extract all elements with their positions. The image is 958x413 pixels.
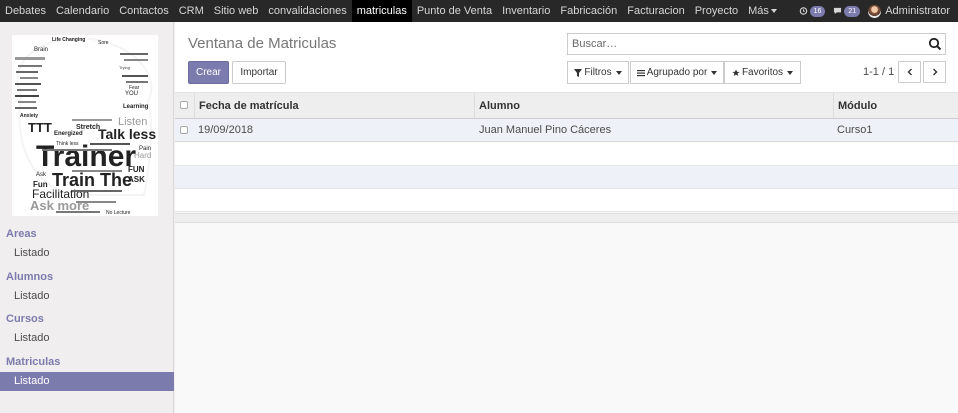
menu-fabricacion[interactable]: Fabricación [555, 0, 622, 22]
sidebar-item-cursos-listado[interactable]: Listado [0, 329, 174, 348]
user-menu[interactable]: Administrator [868, 4, 950, 18]
messaging-button[interactable]: 21 [833, 5, 861, 17]
section-title-matriculas: Matriculas [6, 356, 61, 368]
row-checkbox[interactable] [180, 126, 188, 134]
section-title-areas: Areas [6, 228, 37, 240]
menu-crm[interactable]: CRM [174, 0, 209, 22]
svg-text:ASK: ASK [128, 175, 145, 184]
create-button[interactable]: Crear [188, 61, 229, 84]
svg-text:No Lecture: No Lecture [106, 210, 131, 216]
filters-label: Filtros [584, 67, 612, 78]
menu-mas-label: Más [748, 5, 769, 17]
menu-calendario[interactable]: Calendario [51, 0, 114, 22]
svg-text:Life Changing: Life Changing [52, 37, 85, 43]
user-name: Administrator [885, 5, 950, 17]
svg-text:Energized: Energized [54, 131, 83, 137]
column-header-alumno[interactable]: Alumno [474, 93, 834, 118]
column-header-fecha[interactable]: Fecha de matrícula [194, 93, 475, 118]
svg-text:Brain: Brain [34, 47, 48, 53]
avatar [868, 4, 882, 18]
svg-text:Trying: Trying [119, 65, 130, 70]
chat-count-badge: 21 [844, 5, 861, 17]
search-box [567, 33, 946, 55]
word-cloud-image: Life Changing Sore Brain Trying YOU Fear… [15, 37, 156, 216]
caret-down-icon [787, 70, 794, 75]
menu-debates[interactable]: Debates [0, 0, 51, 22]
svg-text:Anxiety: Anxiety [20, 113, 38, 119]
svg-text:TTT: TTT [28, 120, 52, 135]
import-button[interactable]: Importar [232, 61, 286, 84]
app-menu: Debates Calendario Contactos CRM Sitio w… [0, 0, 782, 22]
filter-icon [574, 68, 583, 77]
menu-facturacion[interactable]: Facturacion [622, 0, 689, 22]
svg-text:Fear: Fear [129, 85, 140, 91]
menu-matriculas[interactable]: matriculas [351, 0, 412, 22]
select-all-checkbox[interactable] [180, 101, 188, 109]
section-title-alumnos: Alumnos [6, 271, 54, 283]
groupby-label: Agrupado por [646, 67, 708, 78]
svg-text:Hard: Hard [134, 151, 151, 160]
chevron-left-icon [907, 68, 912, 76]
pager-next-button[interactable] [923, 61, 946, 83]
caret-down-icon [615, 70, 622, 75]
empty-row [175, 143, 958, 166]
search-icon[interactable] [928, 37, 942, 51]
empty-row [175, 166, 958, 189]
chevron-right-icon [932, 68, 937, 76]
svg-text:Sore: Sore [98, 40, 109, 46]
top-navbar: Debates Calendario Contactos CRM Sitio w… [0, 0, 958, 22]
comments-icon [834, 7, 842, 15]
search-input[interactable] [568, 34, 908, 54]
favorites-dropdown[interactable]: Favoritos [724, 61, 801, 84]
pager-previous-button[interactable] [898, 61, 921, 83]
svg-text:Stretch: Stretch [76, 124, 100, 131]
menu-inventario[interactable]: Inventario [497, 0, 555, 22]
column-header-modulo[interactable]: Módulo [833, 93, 958, 118]
table-footer [175, 213, 958, 223]
main-content: Ventana de Matriculas Crear Importar Fil… [175, 22, 958, 413]
sidebar-item-areas-listado[interactable]: Listado [0, 244, 174, 263]
menu-proyecto[interactable]: Proyecto [690, 0, 743, 22]
svg-text:Learning: Learning [123, 104, 149, 110]
menu-sitio-web[interactable]: Sitio web [209, 0, 264, 22]
favorites-label: Favoritos [741, 67, 784, 78]
cell-fecha: 19/09/2018 [198, 124, 254, 136]
page-title: Ventana de Matriculas [188, 35, 337, 52]
svg-text:Ask: Ask [36, 172, 47, 178]
control-panel: Ventana de Matriculas Crear Importar Fil… [175, 22, 958, 93]
groupby-dropdown[interactable]: Agrupado por [630, 61, 724, 84]
section-title-cursos: Cursos [6, 313, 44, 325]
table-row[interactable]: 19/09/2018 Juan Manuel Pino Cáceres Curs… [175, 119, 958, 142]
pager-value[interactable]: 1-1 / 1 [863, 66, 894, 78]
activity-button[interactable]: 16 [799, 5, 826, 17]
menu-contactos[interactable]: Contactos [114, 0, 174, 22]
menu-punto-de-venta[interactable]: Punto de Venta [412, 0, 497, 22]
bars-icon [636, 69, 645, 76]
empty-row [175, 189, 958, 212]
caret-down-icon [711, 70, 718, 75]
company-logo: Life Changing Sore Brain Trying YOU Fear… [12, 35, 158, 216]
svg-text:YOU: YOU [125, 91, 138, 97]
menu-convalidaciones[interactable]: convalidaciones [263, 0, 351, 22]
sidebar-item-matriculas-listado[interactable]: Listado [0, 372, 174, 391]
menu-mas-dropdown[interactable]: Más [743, 0, 782, 22]
table-header: Fecha de matrícula Alumno Módulo [175, 93, 958, 119]
star-icon [732, 68, 740, 76]
systray: 16 21 Administrator [799, 0, 950, 22]
sidebar: Life Changing Sore Brain Trying YOU Fear… [0, 22, 174, 413]
clock-icon [799, 7, 807, 15]
filters-dropdown[interactable]: Filtros [567, 61, 629, 84]
svg-text:Ask more: Ask more [30, 198, 89, 213]
sidebar-item-alumnos-listado[interactable]: Listado [0, 287, 174, 306]
caret-down-icon [770, 9, 777, 14]
cell-modulo: Curso1 [837, 124, 873, 136]
activity-count-badge: 16 [809, 5, 826, 17]
cell-alumno: Juan Manuel Pino Cáceres [479, 124, 612, 136]
